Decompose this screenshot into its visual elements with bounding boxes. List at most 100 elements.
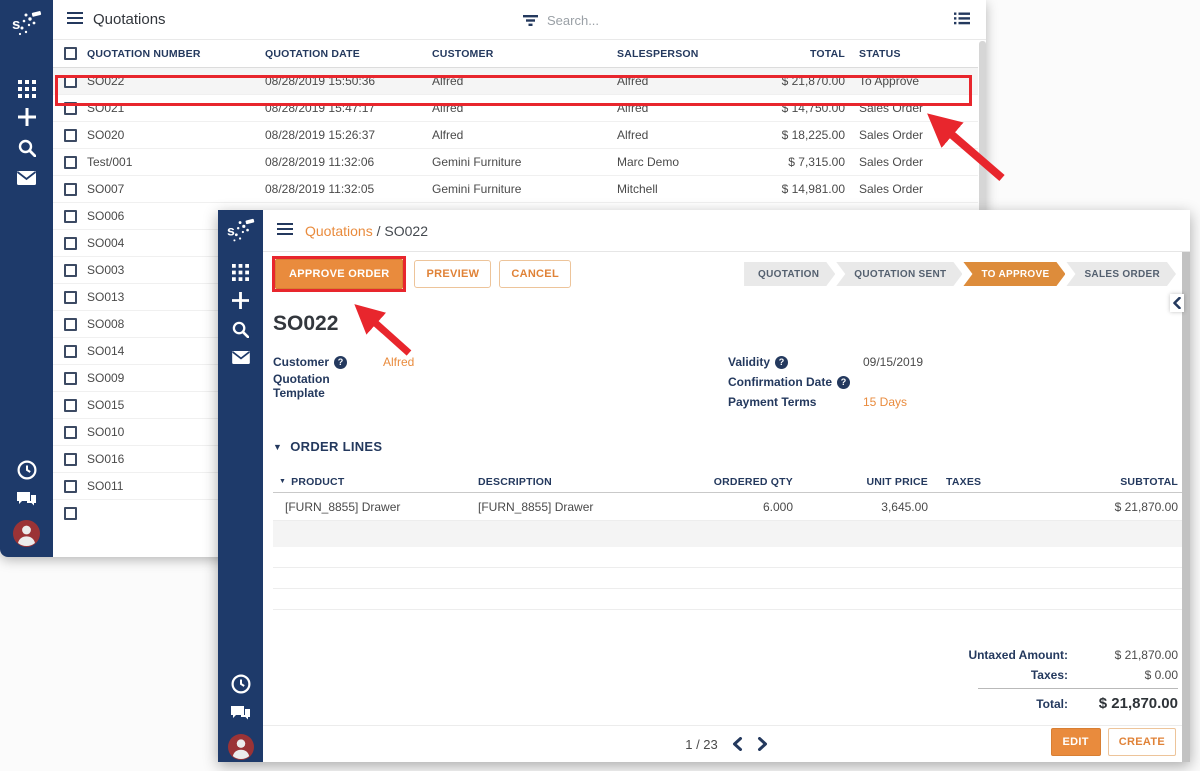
form-scrollbar[interactable] — [1182, 252, 1190, 762]
row-checkbox[interactable] — [64, 210, 77, 223]
row-checkbox[interactable] — [64, 264, 77, 277]
chat-icon[interactable] — [0, 491, 53, 508]
row-checkbox[interactable] — [64, 372, 77, 385]
row-checkbox[interactable] — [64, 318, 77, 331]
user-avatar[interactable] — [218, 734, 263, 760]
apps-grid-icon[interactable] — [218, 264, 263, 281]
edit-button[interactable]: EDIT — [1051, 728, 1101, 756]
approve-order-button[interactable]: APPROVE ORDER — [275, 259, 403, 289]
row-checkbox[interactable] — [64, 129, 77, 142]
row-checkbox[interactable] — [64, 399, 77, 412]
select-all-checkbox[interactable] — [64, 47, 77, 60]
row-checkbox[interactable] — [64, 480, 77, 493]
untaxed-amount-value: $ 21,870.00 — [1068, 648, 1178, 662]
search-icon[interactable] — [0, 139, 53, 157]
cell-number: Test/001 — [87, 155, 265, 169]
activity-clock-icon[interactable] — [218, 674, 263, 694]
cell-status: Sales Order — [845, 128, 978, 142]
table-row-so022[interactable]: SO022 08/28/2019 15:50:36 Alfred Alfred … — [53, 68, 978, 95]
col-header-quotation-date[interactable]: QUOTATION DATE — [265, 48, 432, 60]
col-header-salesperson[interactable]: SALESPERSON — [617, 48, 747, 60]
validity-value[interactable]: 09/15/2019 — [863, 355, 923, 369]
row-checkbox[interactable] — [64, 426, 77, 439]
mail-icon[interactable] — [218, 351, 263, 364]
cell-salesperson: Alfred — [617, 101, 747, 115]
highlight-box-approve-button: APPROVE ORDER — [272, 256, 406, 292]
row-checkbox[interactable] — [64, 507, 77, 520]
create-plus-icon[interactable] — [218, 292, 263, 309]
cell-number: SO020 — [87, 128, 265, 142]
help-icon[interactable]: ? — [837, 376, 850, 389]
cell-total: $ 14,750.00 — [747, 101, 845, 115]
user-avatar[interactable] — [0, 520, 53, 547]
col-header-description[interactable]: DESCRIPTION — [478, 476, 693, 488]
row-checkbox[interactable] — [64, 453, 77, 466]
apps-grid-icon[interactable] — [0, 80, 53, 98]
table-row-so020[interactable]: SO020 08/28/2019 15:26:37 Alfred Alfred … — [53, 122, 978, 149]
app-logo[interactable]: s — [0, 8, 53, 40]
menu-hamburger-icon[interactable] — [67, 11, 83, 29]
pager-next-icon[interactable] — [757, 737, 768, 751]
stage-quotation[interactable]: QUOTATION — [744, 262, 835, 286]
col-header-total[interactable]: TOTAL — [747, 48, 845, 60]
sort-caret-icon: ▼ — [279, 478, 286, 485]
quotation-sheet: SO022 Customer? Alfred Quotation Templat… — [263, 296, 1182, 735]
col-header-subtotal[interactable]: SUBTOTAL — [1038, 476, 1182, 488]
search-input[interactable] — [547, 13, 697, 28]
row-checkbox[interactable] — [64, 345, 77, 358]
col-header-product[interactable]: PRODUCT — [291, 476, 344, 488]
customer-value-link[interactable]: Alfred — [383, 355, 414, 369]
help-icon[interactable]: ? — [334, 356, 347, 369]
col-header-quotation-number[interactable]: QUOTATION NUMBER — [87, 48, 265, 60]
stage-sales-order[interactable]: SALES ORDER — [1066, 262, 1176, 286]
activity-clock-icon[interactable] — [0, 460, 53, 480]
create-button[interactable]: CREATE — [1108, 728, 1176, 756]
cell-number: SO021 — [87, 101, 265, 115]
help-icon[interactable]: ? — [775, 356, 788, 369]
col-header-ordered-qty[interactable]: ORDERED QTY — [693, 476, 793, 488]
row-checkbox[interactable] — [64, 237, 77, 250]
table-row-test001[interactable]: Test/001 08/28/2019 11:32:06 Gemini Furn… — [53, 149, 978, 176]
breadcrumb-quotations-link[interactable]: Quotations — [305, 223, 373, 239]
search-bar[interactable] — [523, 0, 697, 40]
row-checkbox[interactable] — [64, 156, 77, 169]
app-sidebar-back: s — [0, 0, 53, 557]
cell-customer: Gemini Furniture — [432, 155, 617, 169]
field-label: Payment Terms — [728, 395, 816, 409]
app-logo[interactable]: s — [218, 216, 263, 246]
cancel-button[interactable]: CANCEL — [499, 260, 571, 288]
cell-date: 08/28/2019 15:26:37 — [265, 128, 432, 142]
order-line-row[interactable]: [FURN_8855] Drawer [FURN_8855] Drawer 6.… — [273, 493, 1182, 521]
order-lines-section-toggle[interactable]: ▼ ORDER LINES — [273, 439, 1182, 454]
table-row-so021[interactable]: SO021 08/28/2019 15:47:17 Alfred Alfred … — [53, 95, 978, 122]
col-header-customer[interactable]: CUSTOMER — [432, 48, 617, 60]
chat-icon[interactable] — [218, 705, 263, 722]
stage-to-approve[interactable]: TO APPROVE — [963, 262, 1065, 286]
menu-hamburger-icon[interactable] — [277, 222, 293, 240]
col-header-unit-price[interactable]: UNIT PRICE — [793, 476, 928, 488]
cell-total: $ 18,225.00 — [747, 128, 845, 142]
table-row-so007[interactable]: SO007 08/28/2019 11:32:05 Gemini Furnitu… — [53, 176, 978, 203]
pager-previous-icon[interactable] — [732, 737, 743, 751]
form-footer: 1 / 23 EDIT CREATE — [263, 725, 1190, 762]
row-checkbox[interactable] — [64, 291, 77, 304]
cell-ordered-qty: 6.000 — [693, 500, 793, 514]
order-lines-title: ORDER LINES — [290, 439, 382, 454]
mail-icon[interactable] — [0, 171, 53, 185]
payment-terms-value-link[interactable]: 15 Days — [863, 395, 907, 409]
order-line-empty-highlight[interactable] — [273, 521, 1182, 547]
row-checkbox[interactable] — [64, 75, 77, 88]
untaxed-amount-row: Untaxed Amount: $ 21,870.00 — [878, 648, 1178, 662]
row-checkbox[interactable] — [64, 183, 77, 196]
stage-quotation-sent[interactable]: QUOTATION SENT — [836, 262, 962, 286]
collapse-panel-chevron-icon[interactable] — [1170, 294, 1184, 312]
record-pager: 1 / 23 — [685, 737, 768, 752]
preview-button[interactable]: PREVIEW — [414, 260, 491, 288]
col-header-status[interactable]: STATUS — [845, 48, 978, 60]
create-plus-icon[interactable] — [0, 108, 53, 126]
order-line-empty — [273, 589, 1182, 610]
search-icon[interactable] — [218, 321, 263, 338]
row-checkbox[interactable] — [64, 102, 77, 115]
list-view-icon[interactable] — [954, 12, 970, 30]
col-header-taxes[interactable]: TAXES — [928, 476, 1038, 488]
